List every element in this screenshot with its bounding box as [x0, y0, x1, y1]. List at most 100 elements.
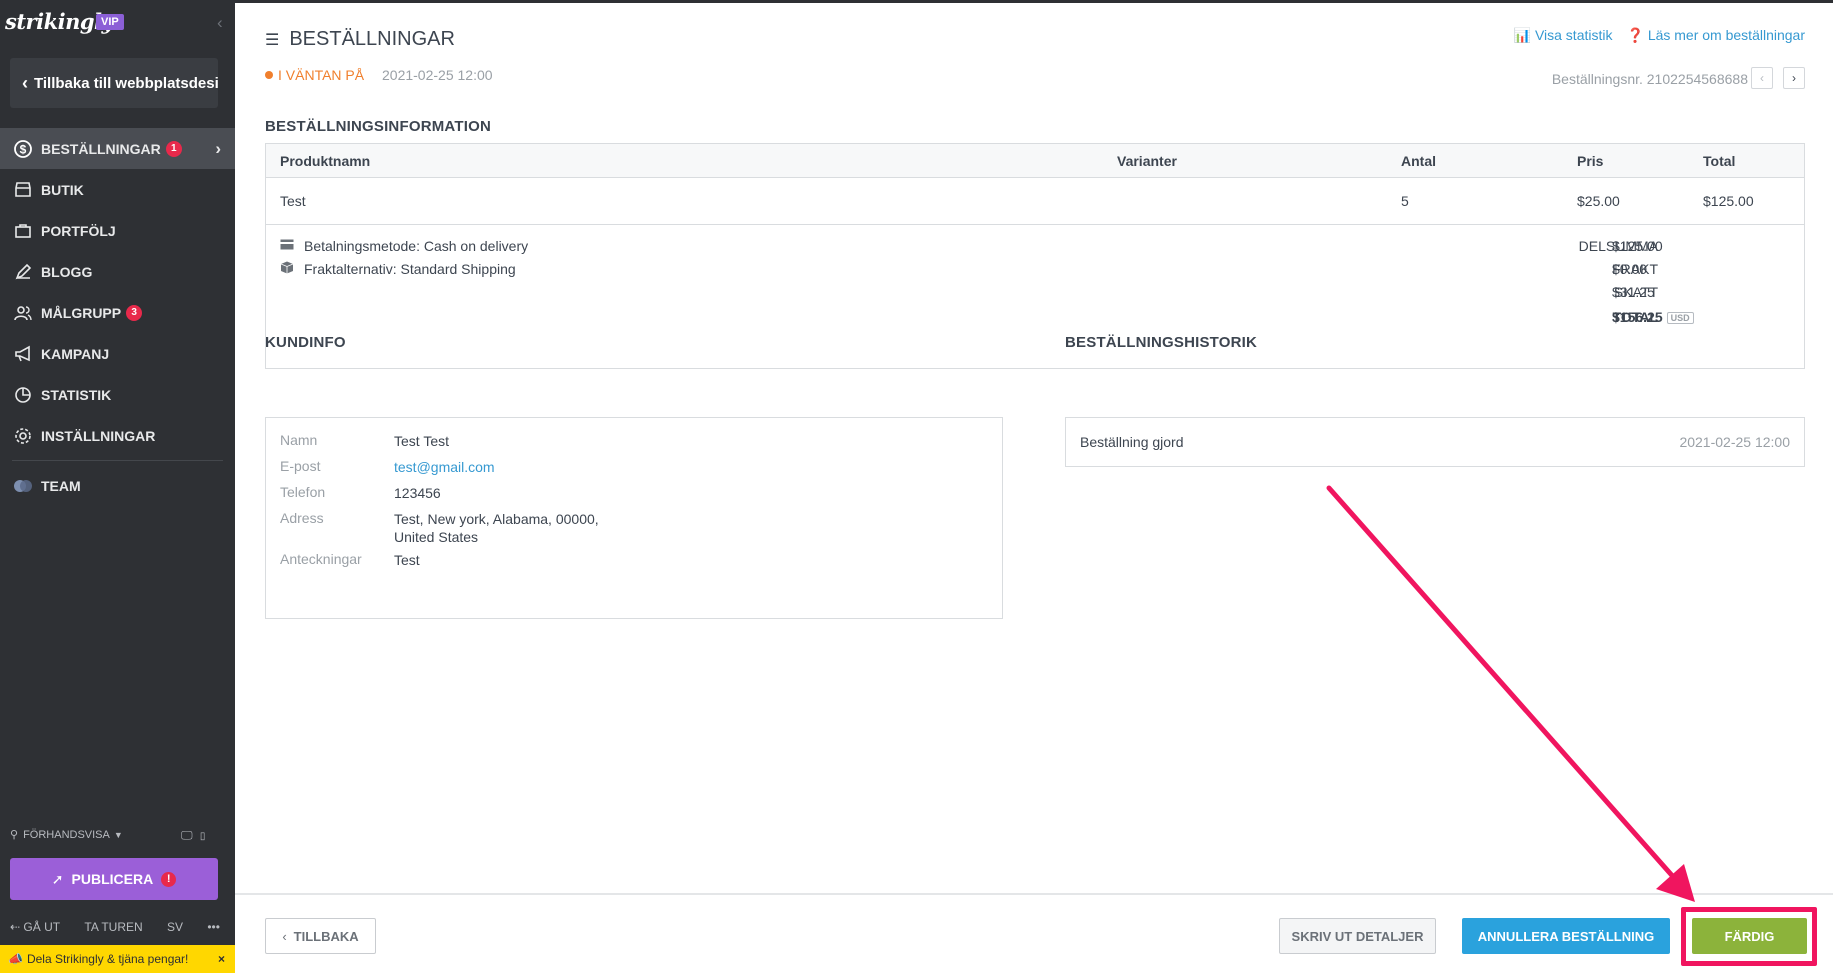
sidebar-item-label: INSTÄLLNINGAR — [41, 427, 156, 444]
back-button[interactable]: ‹ TILLBAKA — [265, 918, 376, 954]
pie-chart-icon — [12, 384, 34, 406]
done-button[interactable]: FÄRDIG — [1692, 918, 1807, 954]
caret-down-icon: ▼ — [113, 829, 123, 840]
shipping-method-text: Fraktalternativ: Standard Shipping — [304, 261, 516, 277]
customer-address: Test, New york, Alabama, 00000, United S… — [394, 510, 599, 546]
search-icon: ⚲ — [10, 829, 19, 841]
chevron-left-icon: ‹ — [1760, 71, 1764, 85]
mobile-icon[interactable]: ▯ — [200, 831, 206, 842]
payment-method: Betalningsmetode: Cash on delivery — [280, 238, 528, 254]
sidebar-item-label: BUTIK — [41, 181, 84, 198]
total-value-wrap: $156.25 USD — [1612, 309, 1694, 325]
sidebar-item-portfolio[interactable]: PORTFÖLJ — [0, 210, 235, 251]
column-header-price: Pris — [1577, 152, 1604, 169]
sidebar-item-audience[interactable]: MÅLGRUPP 3 — [0, 292, 235, 333]
sidebar-item-campaign[interactable]: KAMPANJ — [0, 333, 235, 374]
share-referral-bar[interactable]: 📣 Dela Strikingly & tjäna pengar! × — [0, 945, 235, 973]
close-icon[interactable]: × — [218, 952, 225, 966]
table-row: Test 5 $25.00 $125.00 — [266, 178, 1804, 225]
language-selector[interactable]: SV — [167, 920, 183, 934]
gear-icon — [12, 425, 34, 447]
customer-phone: 123456 — [394, 485, 441, 501]
back-to-site-design-button[interactable]: ‹ Tillbaka till webbplatsdesign — [10, 58, 218, 108]
sidebar-item-store[interactable]: BUTIK — [0, 169, 235, 210]
customer-address-row: Adress Test, New york, Alabama, 00000, U… — [280, 510, 599, 546]
status-dot-icon — [265, 71, 273, 79]
sidebar-item-blog[interactable]: BLOGG — [0, 251, 235, 292]
more-menu-icon[interactable]: ••• — [207, 920, 220, 934]
page-title: ☰ BESTÄLLNINGAR — [265, 28, 455, 51]
chevron-left-icon: ‹ — [282, 928, 287, 944]
order-table-header: Produktnamn Varianter Antal Pris Total — [266, 144, 1804, 178]
payment-method-text: Betalningsmetode: Cash on delivery — [304, 238, 529, 254]
svg-text:$: $ — [20, 142, 27, 156]
orders-count-badge: 1 — [165, 140, 182, 157]
briefcase-icon — [12, 220, 34, 242]
main-content: ☰ BESTÄLLNINGAR 📊 Visa statistik ❓ Läs m… — [235, 3, 1833, 973]
order-history-box: Beställning gjord 2021-02-25 12:00 — [1065, 417, 1805, 467]
sidebar-divider — [12, 460, 223, 461]
bar-chart-icon: 📊 — [1513, 27, 1532, 43]
print-details-button[interactable]: SKRIV UT DETALJER — [1279, 918, 1436, 954]
back-label: TILLBAKA — [293, 928, 359, 944]
desktop-icon[interactable]: 🖵 — [181, 828, 193, 842]
dollar-circle-icon: $ — [12, 138, 34, 160]
status-badge: I VÄNTAN PÅ — [265, 67, 364, 83]
share-text: Dela Strikingly & tjäna pengar! — [26, 952, 189, 966]
order-summary: Betalningsmetode: Cash on delivery Frakt… — [266, 225, 1804, 367]
device-toggle[interactable]: 🖵 ▯ — [181, 828, 205, 843]
address-line-1: Test, New york, Alabama, 00000, — [394, 511, 599, 527]
customer-info-box: Namn Test Test E-post test@gmail.com Tel… — [265, 417, 1003, 619]
chevron-right-icon: › — [215, 138, 221, 158]
publish-button[interactable]: ➚ PUBLICERA ! — [10, 858, 218, 900]
customer-field-label: Telefon — [280, 484, 326, 500]
customer-phone-row: Telefon 123456 — [280, 484, 441, 502]
sidebar-nav: $ BESTÄLLNINGAR 1 › BUTIK PORTFÖLJ BLOGG — [0, 128, 235, 506]
sidebar-item-label: KAMPANJ — [41, 345, 110, 362]
subtotal-value: $125.00 — [1612, 238, 1663, 254]
exit-link[interactable]: ⇠ GÅ UT — [10, 920, 60, 934]
customer-notes: Test — [394, 552, 420, 568]
customer-field-label: Adress — [280, 510, 324, 526]
order-date: 2021-02-25 12:00 — [382, 67, 493, 83]
history-date: 2021-02-25 12:00 — [1679, 434, 1790, 450]
order-info-title: BESTÄLLNINGSINFORMATION — [265, 118, 491, 135]
learn-more-link[interactable]: ❓ Läs mer om beställningar — [1626, 27, 1805, 44]
sidebar-item-label: MÅLGRUPP — [41, 304, 122, 321]
order-table: Produktnamn Varianter Antal Pris Total T… — [265, 143, 1805, 369]
exit-label: GÅ UT — [23, 920, 61, 934]
sidebar: strikingly VIP ‹ ‹ Tillbaka till webbpla… — [0, 0, 235, 973]
sidebar-item-settings[interactable]: INSTÄLLNINGAR — [0, 415, 235, 456]
take-tour-link[interactable]: TA TUREN — [84, 920, 142, 934]
previous-order-button[interactable]: ‹ — [1751, 67, 1773, 89]
currency-badge: USD — [1666, 312, 1694, 325]
customer-email-link[interactable]: test@gmail.com — [394, 458, 495, 476]
sidebar-item-statistics[interactable]: STATISTIK — [0, 374, 235, 415]
box-icon — [280, 261, 294, 277]
collapse-sidebar-icon[interactable]: ‹ — [217, 13, 223, 33]
users-icon — [12, 302, 34, 324]
order-number: Beställningsnr. 2102254568688 — [1551, 71, 1748, 87]
status-text: I VÄNTAN PÅ — [278, 67, 365, 83]
pen-icon — [12, 261, 34, 283]
megaphone-icon: 📣 — [8, 952, 23, 966]
sidebar-item-orders[interactable]: $ BESTÄLLNINGAR 1 › — [0, 128, 235, 169]
product-total: $125.00 — [1703, 193, 1754, 209]
preview-dropdown[interactable]: ⚲ FÖRHANDSVISA ▼ — [10, 828, 123, 842]
sidebar-item-team[interactable]: TEAM — [0, 465, 235, 506]
product-quantity: 5 — [1401, 193, 1409, 209]
cancel-order-button[interactable]: ANNULLERA BESTÄLLNING — [1462, 918, 1670, 954]
product-name: Test — [280, 193, 306, 209]
customer-field-label: E-post — [280, 458, 321, 474]
chevron-left-icon: ‹ — [22, 72, 28, 93]
view-stats-label: Visa statistik — [1534, 27, 1613, 43]
column-header-product: Produktnamn — [280, 152, 371, 169]
credit-card-icon — [280, 239, 294, 253]
next-order-button[interactable]: › — [1783, 67, 1805, 89]
vip-badge: VIP — [96, 14, 124, 30]
product-price: $25.00 — [1577, 193, 1620, 209]
order-history-title: BESTÄLLNINGSHISTORIK — [1065, 334, 1258, 351]
column-header-quantity: Antal — [1401, 152, 1436, 169]
view-stats-link[interactable]: 📊 Visa statistik — [1514, 27, 1613, 44]
customer-email-row: E-post test@gmail.com — [280, 458, 495, 476]
